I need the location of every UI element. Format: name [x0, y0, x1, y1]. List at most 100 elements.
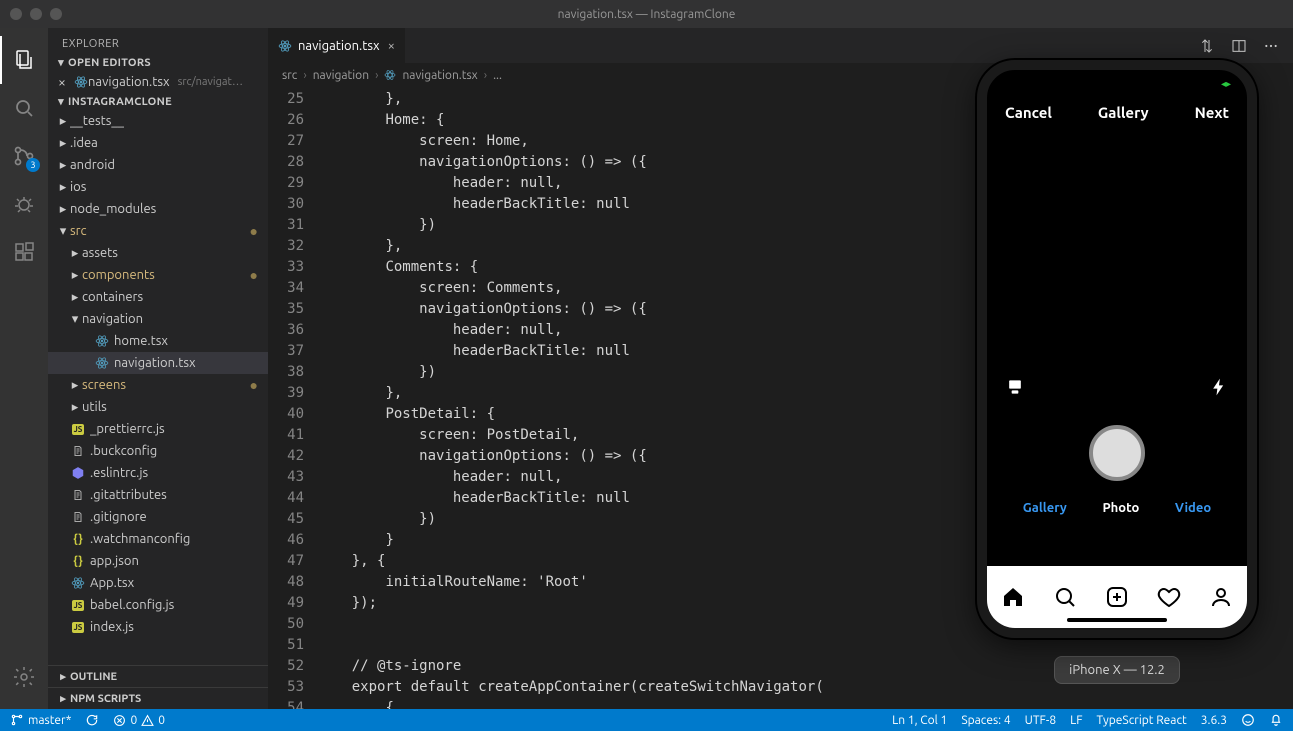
tree-file[interactable]: .buckconfig	[48, 440, 268, 462]
activity-debug[interactable]	[0, 180, 48, 228]
mode-video[interactable]: Video	[1175, 501, 1211, 515]
tree-item-label: app.json	[90, 554, 139, 568]
tree-folder[interactable]: ▸utils	[48, 396, 268, 418]
close-icon[interactable]: ×	[56, 74, 68, 90]
tree-folder[interactable]: ▾navigation	[48, 308, 268, 330]
tree-folder[interactable]: ▸containers	[48, 286, 268, 308]
crumb[interactable]: navigation	[313, 69, 369, 82]
tree-file[interactable]: JS_prettierrc.js	[48, 418, 268, 440]
tree-file[interactable]: .gitignore	[48, 506, 268, 528]
chevron-right-icon: ▸	[68, 268, 82, 283]
tree-folder[interactable]: ▾src●	[48, 220, 268, 242]
status-lncol[interactable]: Ln 1, Col 1	[892, 714, 947, 727]
status-feedback[interactable]	[1241, 713, 1255, 727]
mode-photo[interactable]: Photo	[1102, 501, 1139, 515]
tree-folder[interactable]: ▸node_modules	[48, 198, 268, 220]
tab-home-icon[interactable]	[1001, 585, 1025, 609]
tab-search-icon[interactable]	[1053, 585, 1077, 609]
status-tsver[interactable]: 3.6.3	[1201, 714, 1227, 727]
tree-item-label: __tests__	[70, 114, 124, 128]
status-eol[interactable]: LF	[1070, 714, 1082, 727]
tab-navigation[interactable]: navigation.tsx ×	[268, 28, 406, 63]
tree-folder[interactable]: ▸android	[48, 154, 268, 176]
npm-scripts-section[interactable]: ▸ NPM SCRIPTS	[48, 687, 268, 709]
flash-icon[interactable]	[1209, 377, 1229, 397]
status-encoding[interactable]: UTF-8	[1025, 714, 1056, 727]
txt-icon	[70, 510, 86, 524]
crumb[interactable]: navigation.tsx	[402, 69, 477, 82]
file-tree: ▸__tests__▸.idea▸android▸ios▸node_module…	[48, 110, 268, 665]
status-notifications[interactable]	[1269, 713, 1283, 727]
window-title: navigation.tsx — InstagramClone	[0, 8, 1293, 21]
tab-profile-icon[interactable]	[1209, 585, 1233, 609]
crumb[interactable]: ...	[493, 69, 502, 82]
workspace-header[interactable]: ▾ INSTAGRAMCLONE	[48, 93, 268, 110]
open-editors: × navigation.tsx src/navigat…	[48, 71, 268, 93]
tree-item-label: containers	[82, 290, 143, 304]
activity-settings[interactable]	[0, 653, 48, 701]
status-lang[interactable]: TypeScript React	[1097, 714, 1187, 727]
txt-icon	[70, 488, 86, 502]
next-button[interactable]: Next	[1195, 104, 1229, 121]
tree-file[interactable]: App.tsx	[48, 572, 268, 594]
tree-item-label: assets	[82, 246, 118, 260]
crumb[interactable]: src	[282, 69, 297, 82]
tree-item-label: screens	[82, 378, 126, 392]
scm-badge: 3	[26, 158, 40, 172]
bell-icon	[1269, 713, 1283, 727]
error-icon	[113, 714, 126, 727]
activity-extensions[interactable]	[0, 228, 48, 276]
activity-search[interactable]	[0, 84, 48, 132]
tree-folder[interactable]: ▸ios	[48, 176, 268, 198]
outline-section[interactable]: ▸ OUTLINE	[48, 665, 268, 687]
tree-file[interactable]: {}app.json	[48, 550, 268, 572]
camera-modes: Gallery Photo Video	[987, 501, 1247, 515]
shutter-button[interactable]	[1089, 425, 1145, 481]
tree-folder[interactable]: ▸assets	[48, 242, 268, 264]
tree-file[interactable]: JSbabel.config.js	[48, 594, 268, 616]
simulator-label[interactable]: iPhone X — 12.2	[1054, 656, 1180, 684]
gallery-title[interactable]: Gallery	[1098, 104, 1149, 121]
tree-file[interactable]: JSindex.js	[48, 616, 268, 638]
mode-gallery[interactable]: Gallery	[1023, 501, 1067, 515]
tree-file[interactable]: .eslintrc.js	[48, 462, 268, 484]
modified-dot-icon: ●	[250, 377, 258, 393]
open-editor-item[interactable]: × navigation.tsx src/navigat…	[48, 71, 268, 93]
tree-item-label: .gitignore	[90, 510, 147, 524]
tree-folder[interactable]: ▸components●	[48, 264, 268, 286]
tree-folder[interactable]: ▸screens●	[48, 374, 268, 396]
open-editors-header[interactable]: ▾ OPEN EDITORS	[48, 54, 268, 71]
warning-icon	[141, 714, 154, 727]
tree-file[interactable]: navigation.tsx	[48, 352, 268, 374]
sync-icon	[85, 713, 99, 727]
status-branch[interactable]: master*	[10, 713, 71, 727]
more-icon[interactable]	[1263, 38, 1279, 54]
compare-icon[interactable]	[1199, 38, 1215, 54]
close-icon[interactable]: ×	[388, 39, 395, 53]
split-editor-icon[interactable]	[1231, 38, 1247, 54]
chevron-right-icon: ▸	[56, 158, 70, 173]
git-branch-icon	[10, 713, 24, 727]
activity-scm[interactable]: 3	[0, 132, 48, 180]
iphone-frame[interactable]: ◂▸ Cancel Gallery Next Gallery Photo Vid…	[977, 60, 1257, 638]
smile-icon	[1241, 713, 1255, 727]
switch-camera-icon[interactable]	[1005, 377, 1025, 397]
tree-folder[interactable]: ▸__tests__	[48, 110, 268, 132]
status-problems[interactable]: 0 0	[113, 714, 165, 727]
tree-file[interactable]: .gitattributes	[48, 484, 268, 506]
tree-folder[interactable]: ▸.idea	[48, 132, 268, 154]
status-sync[interactable]	[85, 713, 99, 727]
editor-tabs: navigation.tsx ×	[268, 28, 1293, 63]
tree-item-label: .idea	[70, 136, 98, 150]
tab-add-icon[interactable]	[1105, 585, 1129, 609]
titlebar: navigation.tsx — InstagramClone	[0, 0, 1293, 28]
cancel-button[interactable]: Cancel	[1005, 104, 1052, 121]
tree-file[interactable]: {}.watchmanconfig	[48, 528, 268, 550]
status-spaces[interactable]: Spaces: 4	[961, 714, 1010, 727]
tree-file[interactable]: home.tsx	[48, 330, 268, 352]
npm-scripts-label: NPM SCRIPTS	[70, 693, 141, 705]
activity-explorer[interactable]	[0, 36, 48, 84]
chevron-right-icon: ›	[303, 69, 306, 82]
tab-activity-icon[interactable]	[1157, 585, 1181, 609]
line-gutter: 2526272829303132333435363738394041424344…	[268, 87, 318, 709]
